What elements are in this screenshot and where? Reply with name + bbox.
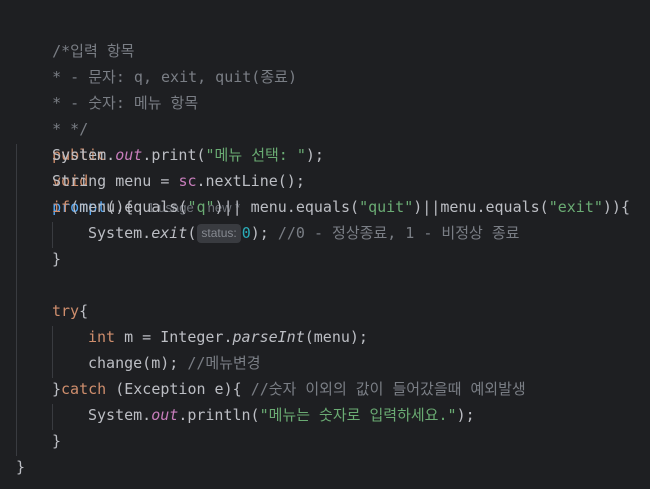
string-literal: "q" xyxy=(187,198,215,216)
string-literal: "메뉴는 숫자로 입력하세요." xyxy=(259,406,457,424)
code-line: System.out.print("메뉴 선택: "); xyxy=(52,142,324,168)
parameter-hint: status: xyxy=(197,224,241,243)
code-text: String menu = xyxy=(52,172,179,190)
code-text: (Exception e){ xyxy=(106,380,251,398)
field: sc xyxy=(178,172,197,190)
code-editor[interactable]: /*입력 항목 * - 문자: q, exit, quit(종료) * - 숫자… xyxy=(0,0,650,489)
keyword: catch xyxy=(61,380,107,398)
method-signature: public void prompt(){1 usage new * xyxy=(16,116,240,216)
brace: } xyxy=(52,250,62,268)
code-line: * - 숫자: 메뉴 항목 xyxy=(16,64,198,112)
code-text: System. xyxy=(88,224,152,242)
static-method: parseInt xyxy=(232,328,305,346)
code-text: .nextLine(); xyxy=(196,172,305,190)
code-line: System.out.println("메뉴는 숫자로 입력하세요."); xyxy=(88,402,475,428)
keyword: try xyxy=(52,302,80,320)
brace: } xyxy=(52,432,62,450)
comment: //메뉴변경 xyxy=(187,354,261,372)
comment: //숫자 이외의 값이 들어갔을때 예외발생 xyxy=(250,380,526,398)
code-line: } xyxy=(52,428,61,454)
code-text: m = Integer. xyxy=(115,328,233,346)
code-text: )){ xyxy=(602,198,630,216)
code-text: System. xyxy=(52,146,116,164)
indent-guide xyxy=(52,326,53,378)
code-line: } xyxy=(16,454,25,480)
code-line: } xyxy=(52,246,61,272)
code-line: String menu = sc.nextLine(); xyxy=(52,168,305,194)
code-text: ); xyxy=(250,224,278,242)
static-field: out xyxy=(151,406,179,424)
static-field: out xyxy=(115,146,143,164)
keyword: int xyxy=(88,328,116,346)
code-line: * */ xyxy=(16,90,88,138)
code-text: )||menu.equals( xyxy=(413,198,549,216)
code-line: /*입력 항목 xyxy=(16,12,134,60)
code-text: { xyxy=(79,302,89,320)
brace: } xyxy=(16,458,26,476)
code-text: ( xyxy=(187,224,197,242)
string-literal: "exit" xyxy=(548,198,603,216)
keyword: if xyxy=(52,198,71,216)
code-text: )|| menu.equals( xyxy=(214,198,360,216)
code-line: * - 문자: q, exit, quit(종료) xyxy=(16,38,297,86)
code-text: .print( xyxy=(142,146,206,164)
code-text: change(m); xyxy=(88,354,188,372)
brace: } xyxy=(52,380,62,398)
code-line: if(menu.equals("q")|| menu.equals("quit"… xyxy=(52,194,630,220)
code-text: ); xyxy=(305,146,324,164)
code-line: change(m); //메뉴변경 xyxy=(88,350,261,376)
code-text: ); xyxy=(456,406,475,424)
code-text: (menu); xyxy=(304,328,368,346)
code-text: (menu.equals( xyxy=(70,198,188,216)
number-literal: 0 xyxy=(241,224,251,242)
code-text: .println( xyxy=(178,406,260,424)
code-line: }catch (Exception e){ //숫자 이외의 값이 들어갔을때 … xyxy=(52,376,526,402)
code-line: int m = Integer.parseInt(menu); xyxy=(88,324,368,350)
indent-guide xyxy=(52,222,53,248)
comment: //0 - 정상종료, 1 - 비정상 종료 xyxy=(277,224,520,242)
string-literal: "quit" xyxy=(359,198,414,216)
indent-guide xyxy=(52,404,53,430)
code-line: System.exit(status: 0); //0 - 정상종료, 1 - 비… xyxy=(88,220,519,246)
code-text: System. xyxy=(88,406,152,424)
code-line: try{ xyxy=(52,298,88,324)
string-literal: "메뉴 선택: " xyxy=(205,146,306,164)
static-method: exit xyxy=(151,224,188,242)
